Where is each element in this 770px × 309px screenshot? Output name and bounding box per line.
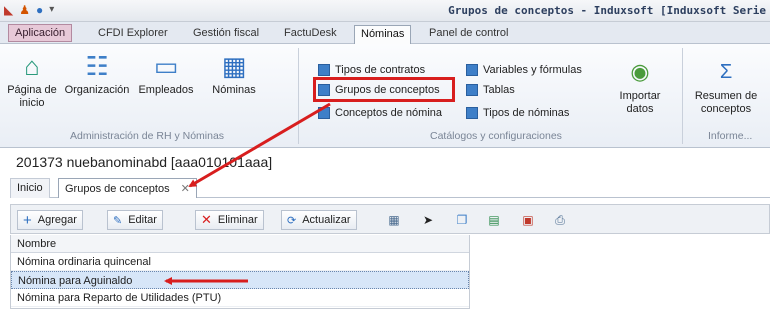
qat-dropdown-icon[interactable]: ▾ [49,3,54,17]
tab-gestion-fiscal[interactable]: Gestión fiscal [187,25,265,44]
plus-icon: + [23,211,32,229]
payrolls-label: Nóminas [212,84,256,96]
table-row[interactable]: Nómina ordinaria quincenal [11,253,469,271]
tab-aplicacion[interactable]: Aplicación [8,24,73,42]
edit-button[interactable]: ✎ Editar [107,210,163,230]
quick-access-toolbar: ◣ ♟ ● ▾ [4,3,54,17]
payroll-concepts-button[interactable]: Conceptos de nómina [318,104,442,122]
tables-label: Tablas [483,84,515,96]
folder-icon: ▭ [153,51,179,81]
group-label-admin: Administración de RH y Nóminas [70,130,225,142]
print-preview-icon[interactable]: ⎙ [551,212,569,228]
employees-button[interactable]: ▭ Empleados [134,52,198,97]
delete-button[interactable]: ✕ Eliminar [195,210,264,230]
payroll-types-label: Tipos de nóminas [483,107,570,119]
variables-formulas-label: Variables y fórmulas [483,64,582,76]
tab-cfdi-explorer[interactable]: CFDI Explorer [92,25,174,44]
excel-export-icon[interactable]: ▤ [485,212,503,228]
org-chart-icon: ☷ [85,51,109,81]
payroll-concepts-label: Conceptos de nómina [335,107,443,119]
list-icon [466,84,478,96]
contract-types-label: Tipos de contratos [335,64,426,76]
payroll-types-button[interactable]: Tipos de nóminas [466,104,569,122]
list-icon [318,64,330,76]
tab-factudesk[interactable]: FactuDesk [278,25,343,44]
import-data-button[interactable]: ◉ Importar datos [612,58,668,116]
list-icon [466,64,478,76]
window-title: Grupos de conceptos - Induxsoft [Induxso… [448,4,766,17]
add-button[interactable]: + Agregar [17,210,83,230]
home-icon: ⌂ [24,51,40,81]
help-icon[interactable]: ● [36,3,43,17]
pdf-export-icon[interactable]: ▣ [519,212,537,228]
refresh-icon: ⟳ [287,214,297,227]
employees-label: Empleados [138,84,194,96]
calendar-icon: ▦ [221,51,247,81]
user-icon[interactable]: ♟ [19,3,30,17]
column-header-nombre[interactable]: Nombre [11,235,469,253]
import-data-label: Importar datos [619,90,661,115]
refresh-button[interactable]: ⟳ Actualizar [281,210,357,230]
group-label-reports: Informe... [708,130,753,142]
ribbon-separator [298,48,299,144]
ribbon-tabs: Aplicación CFDI Explorer Gestión fiscal … [0,22,770,44]
group-label-catalogs: Catálogos y configuraciones [430,130,562,142]
tab-panel-de-control[interactable]: Panel de control [423,25,515,44]
tab-grupos-label: Grupos de conceptos [65,183,170,195]
list-icon [466,107,478,119]
variables-formulas-button[interactable]: Variables y fórmulas [466,61,582,79]
document-tabs: Inicio Grupos de conceptos ✕ [10,178,770,198]
home-page-button[interactable]: ⌂ Página de inicio [4,52,60,110]
add-label: Agregar [37,214,77,226]
concept-summary-label: Resumen de conceptos [694,90,758,115]
pencil-icon: ✎ [113,214,123,227]
organization-button[interactable]: ☷ Organización [64,52,130,97]
tab-inicio[interactable]: Inicio [10,178,50,198]
title-bar: ◣ ♟ ● ▾ Grupos de conceptos - Induxsoft … [0,0,770,22]
concept-groups-grid: Nombre Nómina ordinaria quincenal Nómina… [10,235,470,309]
database-title: 201373 nuebanominabd [aaa010101aaa] [16,154,273,170]
delete-label: Eliminar [217,214,258,226]
grid-toolbar: + Agregar ✎ Editar ✕ Eliminar ⟳ Actualiz… [10,204,770,234]
ribbon: ⌂ Página de inicio ☷ Organización ▭ Empl… [0,44,770,148]
close-icon[interactable]: ✕ [181,183,190,195]
table-row[interactable]: Nómina para Reparto de Utilidades (PTU) [11,289,469,307]
database-icon: ◉ [630,59,650,84]
copy-icon[interactable]: ❐ [453,212,471,228]
cursor-icon[interactable]: ➤ [419,212,437,228]
grid-view-icon[interactable]: ▦ [385,212,403,228]
sum-icon: Σ [719,61,733,83]
list-icon [318,107,330,119]
tab-grupos-de-conceptos[interactable]: Grupos de conceptos ✕ [58,178,197,198]
tables-button[interactable]: Tablas [466,81,515,99]
delete-x-icon: ✕ [201,212,212,227]
table-row-selected[interactable]: Nómina para Aguinaldo [11,271,469,289]
payrolls-button[interactable]: ▦ Nóminas [204,52,264,97]
edit-label: Editar [128,214,157,226]
concept-summary-button[interactable]: Σ Resumen de conceptos [688,58,764,116]
home-page-label: Página de inicio [7,84,57,109]
highlight-box [313,77,455,102]
refresh-label: Actualizar [302,214,351,226]
organization-label: Organización [64,84,130,96]
tab-nominas[interactable]: Nóminas [354,25,412,44]
ribbon-separator [682,48,683,144]
app-logo-icon[interactable]: ◣ [4,3,13,17]
